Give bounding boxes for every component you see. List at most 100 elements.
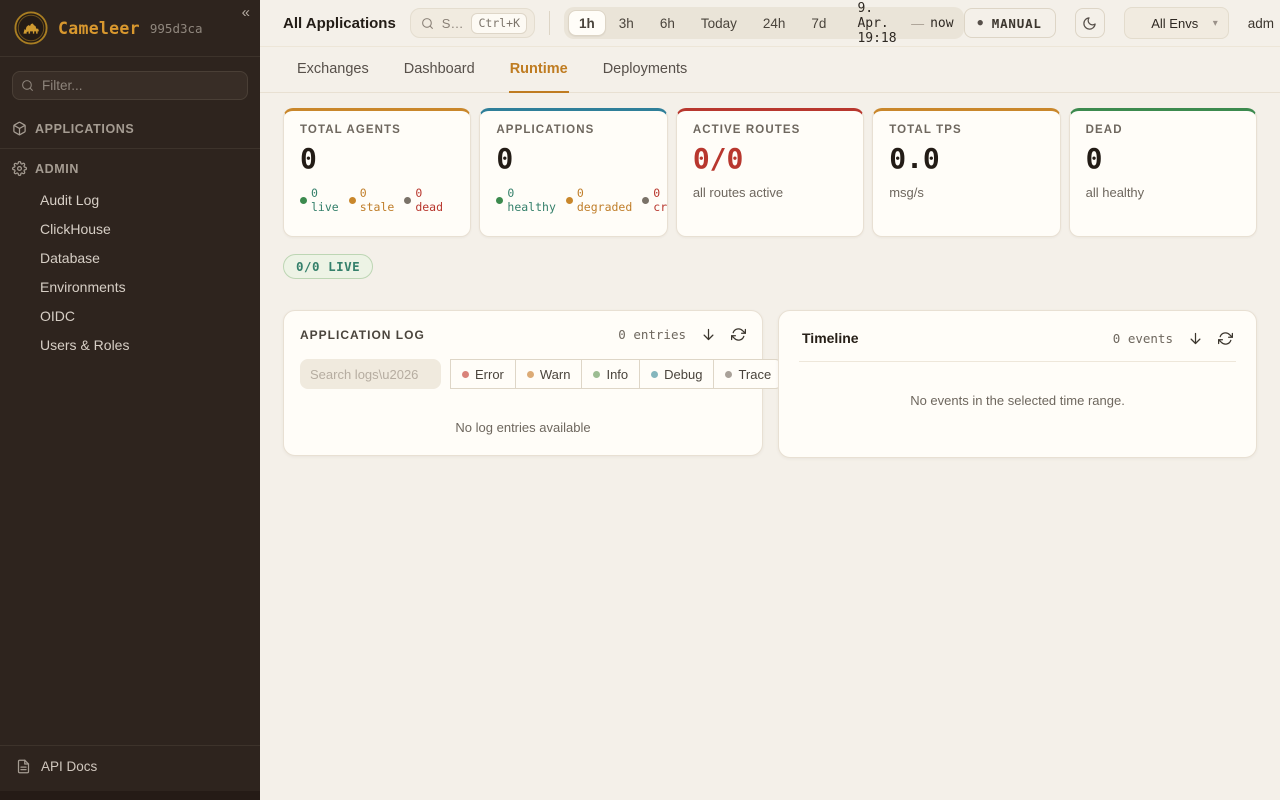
level-label: Debug xyxy=(664,367,702,382)
main-area: All Applications S… Ctrl+K 1h 3h 6h xyxy=(260,0,1280,800)
arrow-down-icon xyxy=(1188,331,1203,346)
timeline-panel-header: Timeline 0 events xyxy=(799,330,1236,346)
refresh-mode-label: MANUAL xyxy=(992,16,1042,31)
log-controls: Error Warn Info xyxy=(297,359,749,389)
log-panel-title: APPLICATION LOG xyxy=(300,328,425,342)
stat-card-subtitle: msg/s xyxy=(889,185,1059,200)
stat-card: TOTAL TPS 0.0 msg/s xyxy=(872,108,1060,237)
sidebar-footer[interactable]: API Docs xyxy=(0,745,260,791)
timeline-panel: Timeline 0 events No events in the xyxy=(778,310,1257,458)
sidebar-item[interactable]: OIDC xyxy=(8,301,252,330)
refresh-icon xyxy=(731,327,746,342)
stat-card-title: DEAD xyxy=(1086,124,1256,136)
sidebar-filter-input[interactable] xyxy=(12,71,248,100)
level-dot-icon xyxy=(725,371,732,378)
substat-label: live xyxy=(311,200,339,214)
search-icon xyxy=(21,79,34,92)
sidebar: Cameleer 995d3ca « APPLICATIONS ADMIN Au… xyxy=(0,0,260,800)
page-title: All Applications xyxy=(283,15,396,32)
sidebar-section-applications[interactable]: APPLICATIONS xyxy=(2,112,258,145)
build-hash: 995d3ca xyxy=(150,21,203,36)
user-menu[interactable]: adm xyxy=(1248,16,1274,31)
sidebar-section-admin[interactable]: ADMIN xyxy=(2,152,258,185)
sidebar-item[interactable]: Audit Log xyxy=(8,185,252,214)
time-range-buttons: 1h 3h 6h Today 24h 7d xyxy=(568,10,839,36)
sidebar-bottom-strip xyxy=(0,791,260,800)
content: TOTAL AGENTS 0 0 live xyxy=(260,93,1280,458)
topbar: All Applications S… Ctrl+K 1h 3h 6h xyxy=(260,0,1280,47)
substat-label: degraded xyxy=(577,200,632,214)
timeline-empty-state: No events in the selected time range. xyxy=(799,362,1236,457)
stat-card: TOTAL AGENTS 0 0 live xyxy=(283,108,471,237)
stat-card-value: 0 xyxy=(496,144,666,175)
sidebar-item[interactable]: Database xyxy=(8,243,252,272)
stat-card-title: ACTIVE ROUTES xyxy=(693,124,863,136)
time-range-button[interactable]: 6h xyxy=(647,10,688,36)
stat-card-row: TOTAL AGENTS 0 0 live xyxy=(283,108,1257,237)
app-root: Cameleer 995d3ca « APPLICATIONS ADMIN Au… xyxy=(0,0,1280,800)
sidebar-divider xyxy=(0,148,260,149)
environment-selected-value: All Envs xyxy=(1137,16,1213,31)
level-dot-icon xyxy=(593,371,600,378)
time-range-button[interactable]: 1h xyxy=(568,10,606,36)
stat-card-title: TOTAL AGENTS xyxy=(300,124,470,136)
substat-label: stale xyxy=(360,200,395,214)
panels-row: APPLICATION LOG 0 entries xyxy=(283,310,1257,458)
log-level-chip[interactable]: Warn xyxy=(515,359,583,389)
stat-card-value: 0/0 xyxy=(693,144,863,175)
moon-icon xyxy=(1082,16,1097,31)
refresh-button[interactable] xyxy=(731,327,746,342)
keyboard-shortcut-badge: Ctrl+K xyxy=(471,13,527,34)
stat-card-title: TOTAL TPS xyxy=(889,124,1059,136)
refresh-mode-button[interactable]: ● MANUAL xyxy=(964,8,1056,38)
substat-label: critical xyxy=(653,200,668,214)
sidebar-item[interactable]: ClickHouse xyxy=(8,214,252,243)
timeline-title: Timeline xyxy=(802,330,859,346)
log-level-chip[interactable]: Debug xyxy=(639,359,714,389)
sidebar-item[interactable]: Environments xyxy=(8,272,252,301)
refresh-button[interactable] xyxy=(1218,331,1233,346)
time-range-button[interactable]: Today xyxy=(688,10,750,36)
substat-value: 0 xyxy=(653,186,668,200)
sidebar-item[interactable]: Users & Roles xyxy=(8,330,252,359)
substat: 0 critical xyxy=(642,186,668,215)
download-button[interactable] xyxy=(1188,331,1203,346)
log-search-input[interactable] xyxy=(300,359,441,389)
time-range-button[interactable]: 3h xyxy=(606,10,647,36)
document-icon xyxy=(16,759,31,774)
stat-card-value: 0 xyxy=(300,144,470,175)
log-level-chip[interactable]: Error xyxy=(450,359,516,389)
substat-value: 0 xyxy=(415,186,443,200)
environment-select[interactable]: All Envs ▾ xyxy=(1124,7,1229,39)
substat: 0 dead xyxy=(404,186,443,215)
refresh-icon xyxy=(1218,331,1233,346)
log-level-chip[interactable]: Info xyxy=(581,359,640,389)
topbar-right-cluster: ● MANUAL All Envs ▾ adm xyxy=(964,7,1280,39)
dark-mode-toggle[interactable] xyxy=(1075,8,1105,38)
tab[interactable]: Dashboard xyxy=(403,47,476,93)
global-search-box[interactable]: S… Ctrl+K xyxy=(410,8,535,38)
time-from[interactable]: 9. Apr. 19:18 xyxy=(851,1,911,46)
substat-value: 0 xyxy=(507,186,555,200)
sidebar-admin-items: Audit Log ClickHouse Database Environmen… xyxy=(0,185,260,359)
stat-card: APPLICATIONS 0 0 healthy xyxy=(479,108,667,237)
live-status-badge: 0/0 LIVE xyxy=(283,254,373,279)
log-level-chip[interactable]: Trace xyxy=(713,359,783,389)
level-label: Trace xyxy=(738,367,771,382)
log-entries-count: 0 entries xyxy=(618,327,686,342)
tab[interactable]: Exchanges xyxy=(296,47,370,93)
time-range-button[interactable]: 7d xyxy=(798,10,839,36)
level-dot-icon xyxy=(527,371,534,378)
time-range-button[interactable]: 24h xyxy=(750,10,799,36)
search-icon xyxy=(421,17,434,30)
download-button[interactable] xyxy=(701,327,716,342)
section-label: APPLICATIONS xyxy=(35,122,134,136)
tab[interactable]: Deployments xyxy=(602,47,689,93)
api-docs-link[interactable]: API Docs xyxy=(41,759,97,774)
sidebar-collapse-button[interactable]: « xyxy=(242,4,250,21)
time-to[interactable]: now xyxy=(924,16,959,31)
tab[interactable]: Runtime xyxy=(509,47,569,93)
gear-icon xyxy=(12,161,27,176)
status-dot-icon xyxy=(349,197,356,204)
substat-value: 0 xyxy=(577,186,632,200)
